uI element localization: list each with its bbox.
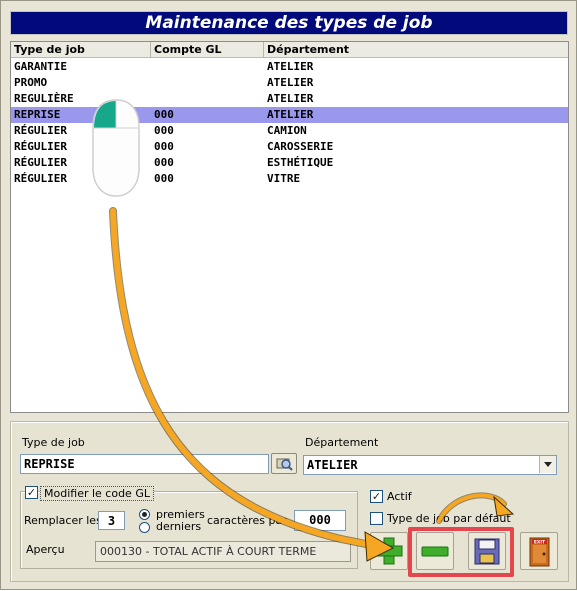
mouse-icon [91, 98, 141, 201]
window-frame: Maintenance des types de job Type de job… [0, 0, 577, 590]
tutorial-arrow-overlay [109, 207, 515, 562]
